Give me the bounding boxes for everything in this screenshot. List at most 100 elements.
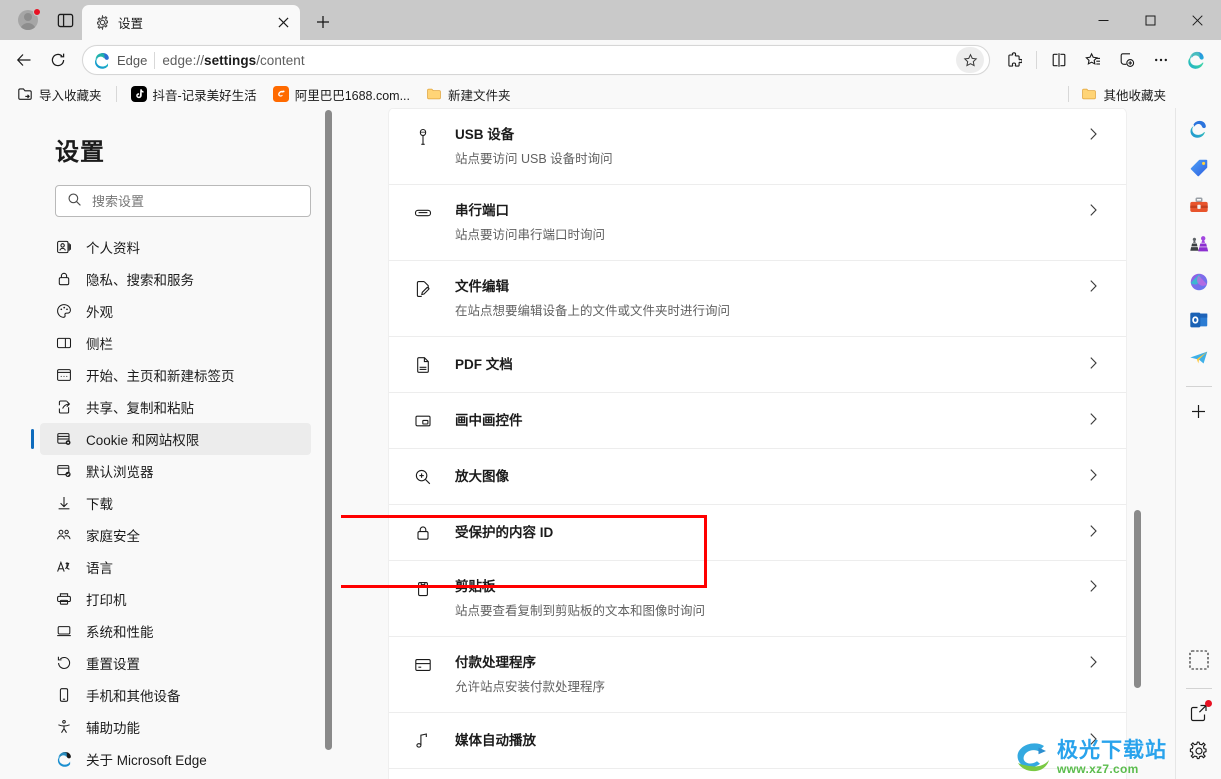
extensions-icon[interactable]: [998, 44, 1030, 76]
search-input[interactable]: [92, 193, 299, 209]
sidebar-item-printers[interactable]: 打印机: [40, 583, 311, 615]
microsoft365-icon[interactable]: [1183, 266, 1215, 298]
profile-avatar[interactable]: [14, 6, 42, 34]
close-icon[interactable]: [272, 12, 294, 34]
bookmark-import-favorites[interactable]: 导入收藏夹: [10, 82, 109, 107]
minimize-icon[interactable]: [1080, 0, 1127, 40]
main-scrollbar-thumb[interactable]: [1134, 510, 1141, 688]
close-window-icon[interactable]: [1174, 0, 1221, 40]
telegram-icon[interactable]: [1183, 342, 1215, 374]
permission-row-usb[interactable]: USB 设备 站点要访问 USB 设备时询问: [389, 108, 1126, 185]
permission-row-insecure-content[interactable]: 不安全的内容 默认情况下，安全站点会阻止不安全的内容: [389, 769, 1126, 779]
chevron-right-icon[interactable]: [1086, 468, 1104, 486]
share-icon: [55, 399, 72, 416]
search-settings-box[interactable]: [55, 185, 311, 217]
add-sidebar-app-icon[interactable]: [1183, 395, 1215, 427]
sidebar-item-label: 共享、复制和粘贴: [86, 401, 194, 416]
permission-title: 受保护的内容 ID: [455, 525, 554, 540]
permission-row-payment-handlers[interactable]: 付款处理程序 允许站点安装付款处理程序: [389, 637, 1126, 713]
bookmark-douyin[interactable]: 抖音-记录美好生活: [124, 82, 264, 107]
chevron-right-icon[interactable]: [1086, 279, 1104, 297]
sidebar-item-appearance[interactable]: 外观: [40, 295, 311, 327]
favorite-star-icon[interactable]: [956, 47, 984, 73]
sidebar-item-downloads[interactable]: 下载: [40, 487, 311, 519]
bookmark-new-folder[interactable]: 新建文件夹: [419, 82, 518, 107]
settings-main-panel: USB 设备 站点要访问 USB 设备时询问 串行端口 站点要访问串行端口时询问: [341, 108, 1175, 779]
split-screen-icon[interactable]: [1043, 44, 1075, 76]
bookmark-label: 抖音-记录美好生活: [152, 88, 257, 103]
collections-icon[interactable]: [1111, 44, 1143, 76]
bookmarks-bar: 导入收藏夹 抖音-记录美好生活 阿里巴巴1688.com... 新建文件夹 其他…: [0, 80, 1221, 108]
sidebar-item-share-copy-paste[interactable]: 共享、复制和粘贴: [40, 391, 311, 423]
tab-settings[interactable]: 设置: [82, 5, 300, 40]
chevron-right-icon[interactable]: [1086, 524, 1104, 542]
chevron-right-icon[interactable]: [1086, 655, 1104, 673]
new-tab-icon[interactable]: [308, 7, 338, 37]
permission-row-protected-content-id[interactable]: 受保护的内容 ID: [389, 505, 1126, 561]
sidebar-item-reset-settings[interactable]: 重置设置: [40, 647, 311, 679]
sidebar-item-label: Cookie 和网站权限: [86, 433, 200, 448]
permission-row-media-autoplay[interactable]: 媒体自动播放: [389, 713, 1126, 769]
outlook-icon[interactable]: [1183, 304, 1215, 336]
maximize-icon[interactable]: [1127, 0, 1174, 40]
sidebar-item-family-safety[interactable]: 家庭安全: [40, 519, 311, 551]
sidebar-item-sidebar[interactable]: 侧栏: [40, 327, 311, 359]
omnibox-url[interactable]: edge://settings/content: [162, 53, 949, 68]
permission-row-picture-in-picture[interactable]: 画中画控件: [389, 393, 1126, 449]
permission-row-pdf[interactable]: PDF 文档: [389, 337, 1126, 393]
sidebar-scrollbar-thumb[interactable]: [325, 110, 332, 750]
sidebar-item-accessibility[interactable]: 辅助功能: [40, 711, 311, 743]
back-icon[interactable]: [8, 44, 40, 76]
sidebar-item-default-browser[interactable]: 默认浏览器: [40, 455, 311, 487]
permission-body: 串行端口 站点要访问串行端口时询问: [455, 202, 1076, 243]
sidebar-item-about-edge[interactable]: 关于 Microsoft Edge: [40, 743, 311, 775]
games-icon[interactable]: [1183, 228, 1215, 260]
tools-icon[interactable]: [1183, 190, 1215, 222]
favorites-icon[interactable]: [1077, 44, 1109, 76]
edge-icon: [93, 52, 110, 69]
other-favorites-button[interactable]: 其他收藏夹: [1074, 82, 1173, 107]
sidebar-scrollbar[interactable]: [325, 108, 332, 779]
chevron-right-icon[interactable]: [1086, 127, 1104, 145]
more-icon[interactable]: [1145, 44, 1177, 76]
notification-dot: [1205, 700, 1212, 707]
settings-nav-list: 个人资料 隐私、搜索和服务 外观 侧栏 开始、主页和新建标签页 共享、复制和粘贴…: [0, 231, 341, 775]
shopping-tag-icon[interactable]: [1183, 152, 1215, 184]
permission-row-zoom-images[interactable]: 放大图像: [389, 449, 1126, 505]
reset-icon: [55, 655, 72, 672]
permission-desc: 站点要访问串行端口时询问: [455, 228, 606, 242]
chevron-right-icon[interactable]: [1086, 732, 1104, 750]
sidebar-item-phone-other-devices[interactable]: 手机和其他设备: [40, 679, 311, 711]
permission-title: 画中画控件: [455, 413, 523, 428]
permission-row-clipboard[interactable]: 剪贴板 站点要查看复制到剪贴板的文本和图像时询问: [389, 561, 1126, 637]
tab-actions-icon[interactable]: [52, 7, 78, 33]
permission-title: 剪贴板: [455, 579, 496, 594]
refresh-icon[interactable]: [42, 44, 74, 76]
sidebar-item-privacy[interactable]: 隐私、搜索和服务: [40, 263, 311, 295]
copilot-icon[interactable]: [1183, 114, 1215, 146]
bookmark-alibaba[interactable]: 阿里巴巴1688.com...: [266, 82, 417, 107]
sidebar-item-label: 隐私、搜索和服务: [86, 273, 194, 288]
chevron-right-icon[interactable]: [1086, 356, 1104, 374]
sidebar-item-system-performance[interactable]: 系统和性能: [40, 615, 311, 647]
permission-body: 放大图像: [455, 468, 1076, 485]
main-scrollbar[interactable]: [1134, 108, 1141, 779]
permission-row-file-editing[interactable]: 文件编辑 在站点想要编辑设备上的文件或文件夹时进行询问: [389, 261, 1126, 337]
lock-icon: [55, 271, 72, 288]
chevron-right-icon[interactable]: [1086, 412, 1104, 430]
screenshot-icon[interactable]: [1183, 644, 1215, 676]
chevron-right-icon[interactable]: [1086, 579, 1104, 597]
settings-gear-icon[interactable]: [1183, 735, 1215, 767]
sidebar-item-label: 个人资料: [86, 241, 140, 256]
permission-row-serial-port[interactable]: 串行端口 站点要访问串行端口时询问: [389, 185, 1126, 261]
address-bar[interactable]: Edge edge://settings/content: [82, 45, 990, 75]
sidebar-item-cookies-permissions[interactable]: Cookie 和网站权限: [31, 423, 311, 455]
sidebar-item-start-home-newtab[interactable]: 开始、主页和新建标签页: [40, 359, 311, 391]
copilot-icon[interactable]: [1181, 44, 1213, 76]
sidebar-item-profile[interactable]: 个人资料: [40, 231, 311, 263]
profile-badge-dot: [33, 8, 41, 16]
open-external-icon[interactable]: [1183, 697, 1215, 729]
chevron-right-icon[interactable]: [1086, 203, 1104, 221]
sidebar-item-languages[interactable]: 语言: [40, 551, 311, 583]
toolbar-divider: [1036, 51, 1037, 69]
